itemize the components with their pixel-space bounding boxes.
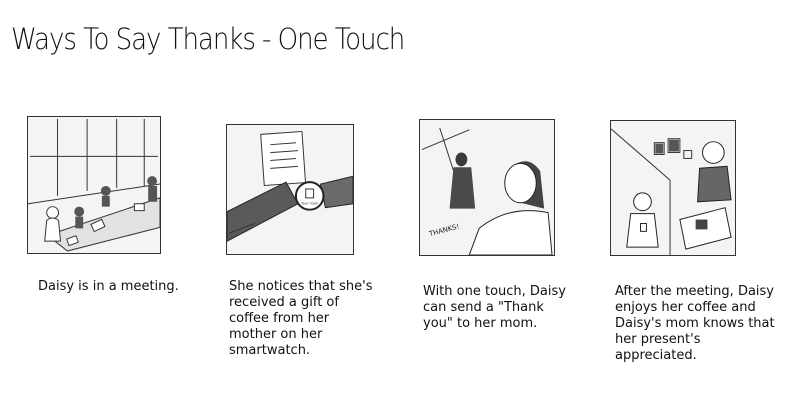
- panel-caption-2: She notices that she's received a gift o…: [229, 279, 373, 358]
- page-title: Ways To Say Thanks - One Touch: [11, 22, 405, 56]
- storyboard-panel-meeting: [27, 116, 161, 254]
- storyboard-panel-thanks: THANKS!: [419, 119, 555, 256]
- thanks-sketch: THANKS!: [421, 127, 553, 255]
- panel-caption-3: With one touch, Daisy can send a "Thank …: [423, 284, 566, 331]
- coffee-sketch: [611, 128, 732, 255]
- thanks-label: THANKS!: [427, 222, 460, 238]
- meeting-sketch: [28, 118, 160, 252]
- storyboard-panel-coffee: [610, 120, 736, 256]
- panel-caption-1: Daisy is in a meeting.: [38, 279, 179, 294]
- smartwatch-sketch: Your mom: [227, 130, 353, 242]
- watch-label: Your mom: [301, 202, 319, 206]
- panel-caption-4: After the meeting, Daisy enjoys her coff…: [615, 284, 775, 363]
- storyboard-panel-smartwatch: Your mom: [226, 124, 354, 255]
